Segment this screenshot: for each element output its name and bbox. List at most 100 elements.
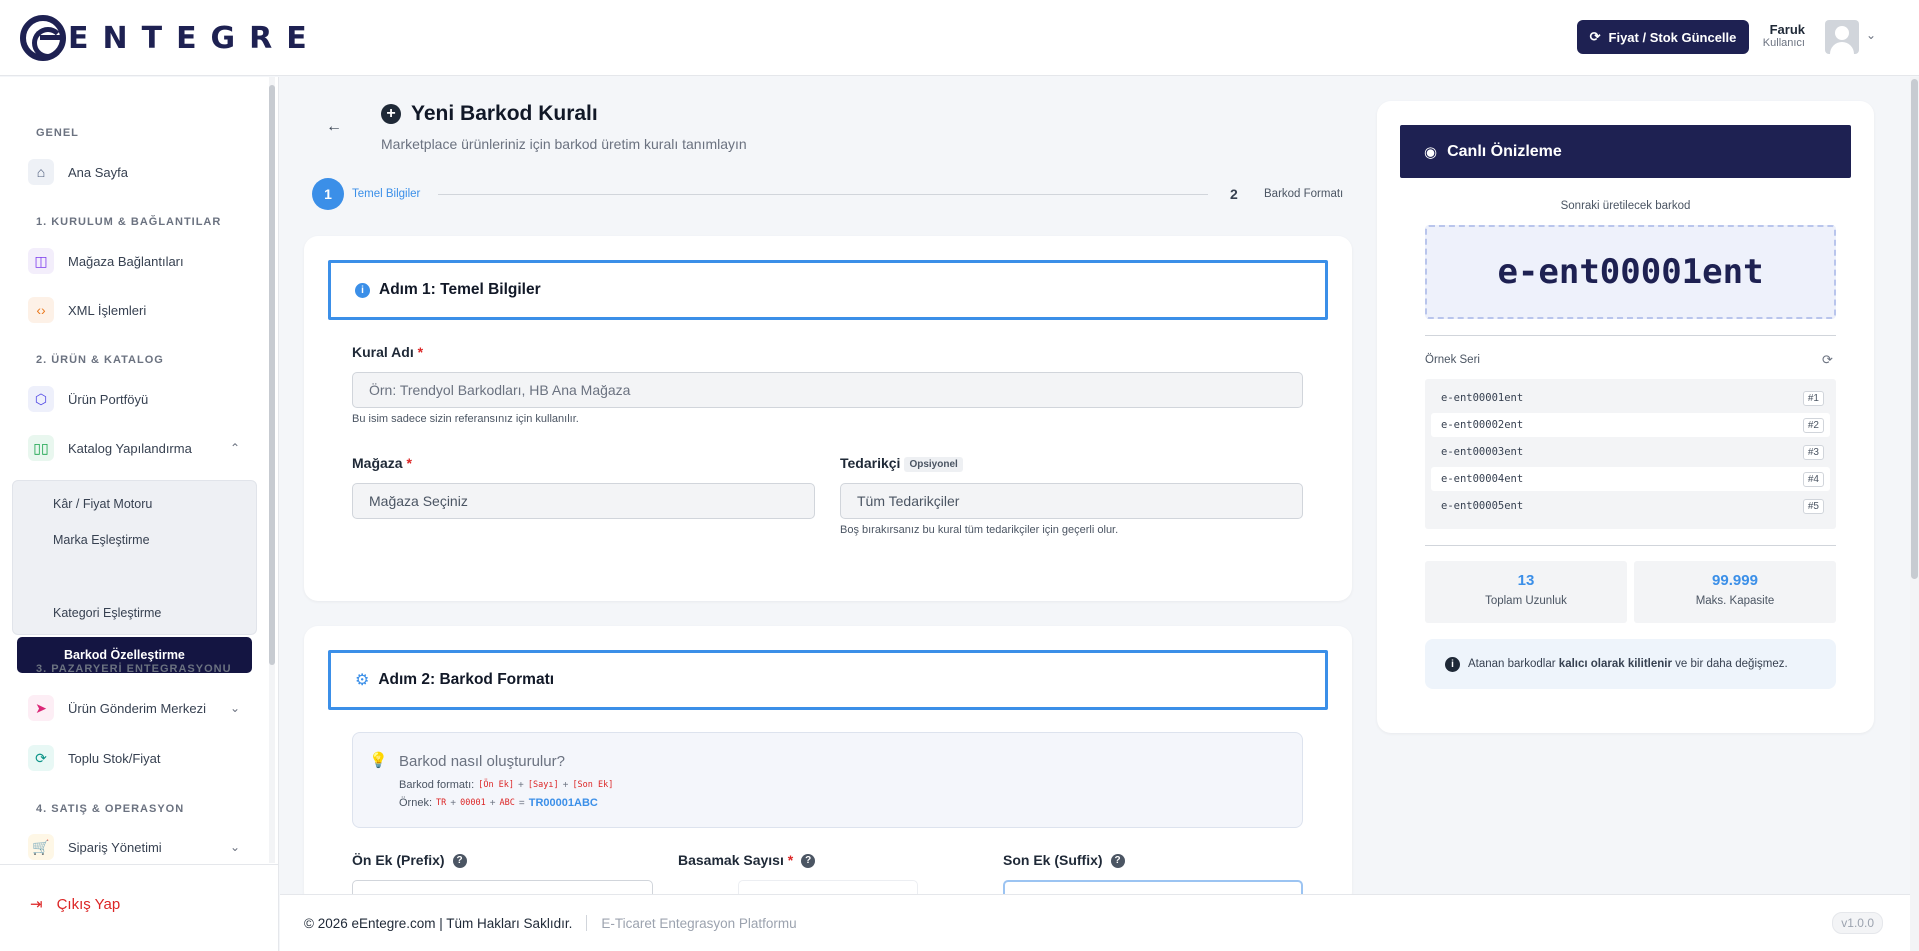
update-button-label: Fiyat / Stok Güncelle: [1608, 29, 1737, 45]
rule-name-input[interactable]: [352, 372, 1303, 408]
user-role: Kullanıcı: [1762, 37, 1805, 49]
chevron-down-icon[interactable]: ⌄: [1866, 28, 1876, 42]
sidebar-item-xml[interactable]: ‹› XML İşlemleri: [28, 292, 248, 328]
rule-name-hint: Bu isim sadece sizin referansınız için k…: [352, 413, 579, 425]
step-2-heading: Adım 2: Barkod Formatı: [378, 671, 555, 688]
preview-divider-2: [1425, 545, 1836, 546]
submenu-item-brand-matching[interactable]: Marka Eşleştirme: [53, 533, 150, 547]
logout-label: Çıkış Yap: [56, 895, 121, 913]
sidebar-item-orders[interactable]: 🛒 Sipariş Yönetimi ⌄: [28, 829, 248, 865]
footer-divider: [586, 915, 588, 931]
step-2-label[interactable]: Barkod Formatı: [1264, 188, 1343, 200]
sample-series-list: e-ent00001ent #1 e-ent00002ent #2 e-ent00003…: [1425, 379, 1836, 529]
live-preview-header: ◉ Canlı Önizleme: [1400, 125, 1851, 178]
sidebar-item-catalog[interactable]: ▯▯ Katalog Yapılandırma ⌃: [28, 430, 248, 466]
sample-series-row: e-ent00001ent #1: [1431, 386, 1830, 410]
step-1-indicator[interactable]: 1: [312, 178, 344, 210]
logout-button[interactable]: ⇥ Çıkış Yap: [30, 895, 121, 914]
page-title: + Yeni Barkod Kuralı: [381, 102, 598, 126]
series-code: e-ent00001ent: [1441, 392, 1524, 404]
total-length-value: 13: [1517, 572, 1535, 589]
sidebar-item-label: Katalog Yapılandırma: [68, 440, 192, 456]
sidebar-item-label: Sipariş Yönetimi: [68, 839, 162, 855]
total-length-label: Toplam Uzunluk: [1485, 595, 1567, 607]
sidebar-item-stores[interactable]: ◫ Mağaza Bağlantıları: [28, 243, 248, 279]
sidebar-item-shipping[interactable]: ➤ Ürün Gönderim Merkezi ⌄: [28, 690, 248, 726]
series-code: e-ent00003ent: [1441, 446, 1524, 458]
sidebar-item-label: Mağaza Bağlantıları: [68, 253, 184, 269]
sidebar-item-bulk-stock[interactable]: ⟳ Toplu Stok/Fiyat: [28, 740, 248, 776]
supplier-select-value: Tüm Tedarikçiler: [857, 493, 960, 509]
suffix-label: Son Ek (Suffix)?: [1003, 852, 1125, 869]
page-scroll-thumb[interactable]: [1911, 79, 1918, 579]
sidebar-section-setup: 1. KURULUM & BAĞLANTILAR: [36, 216, 222, 228]
optional-badge: Opsiyonel: [904, 456, 963, 472]
store-label: Mağaza *: [352, 455, 412, 471]
logo[interactable]: ENTEGRE: [20, 14, 321, 62]
submenu-item-price-engine[interactable]: Kâr / Fiyat Motoru: [53, 497, 152, 511]
submenu-item-label: Barkod Özelleştirme: [64, 648, 185, 662]
max-capacity-label: Maks. Kapasite: [1695, 595, 1775, 607]
logo-text: ENTEGRE: [68, 20, 321, 56]
supplier-label: Tedarikçi Opsiyonel: [840, 455, 963, 472]
supplier-hint: Boş bırakırsanız bu kural tüm tedarikçil…: [840, 524, 1119, 536]
sidebar-item-label: Ana Sayfa: [68, 164, 128, 180]
logo-mark-icon: [20, 15, 66, 61]
page-scrollbar[interactable]: [1910, 77, 1919, 951]
sample-series-row: e-ent00005ent #5: [1431, 494, 1830, 518]
barcode-format-card: ⚙ Adım 2: Barkod Formatı 💡 Barkod nasıl …: [304, 626, 1352, 916]
refresh-icon[interactable]: ⟳: [1822, 352, 1833, 368]
back-arrow-icon[interactable]: ←: [326, 118, 342, 136]
sidebar-item-portfolio[interactable]: ⬡ Ürün Portföyü: [28, 381, 248, 417]
series-index-badge: #5: [1802, 498, 1824, 514]
submenu-item-category-matching[interactable]: Kategori Eşleştirme: [53, 606, 161, 620]
gear-icon: ⚙: [355, 672, 370, 689]
sidebar-section-genel: GENEL: [36, 127, 79, 139]
cart-icon: 🛒: [28, 834, 54, 860]
book-icon: ▯▯: [28, 435, 54, 461]
footer: © 2026 eEntegre.com | Tüm Hakları Saklıd…: [280, 894, 1919, 951]
avatar[interactable]: [1825, 20, 1859, 54]
plus-circle-icon: +: [381, 104, 401, 124]
series-code: e-ent00004ent: [1441, 473, 1524, 485]
sidebar-item-home[interactable]: ⌂ Ana Sayfa: [28, 154, 248, 190]
next-barcode-label: Sonraki üretilecek barkod: [1560, 200, 1691, 212]
sidebar-item-label: Ürün Gönderim Merkezi: [68, 700, 206, 716]
logout-icon: ⇥: [30, 896, 43, 913]
help-icon: ?: [801, 854, 816, 869]
sidebar-scrollbar[interactable]: [269, 77, 275, 863]
series-code: e-ent00005ent: [1441, 500, 1524, 512]
sidebar: GENEL ⌂ Ana Sayfa 1. KURULUM & BAĞLANTIL…: [0, 77, 279, 951]
user-info[interactable]: Faruk Kullanıcı: [1755, 22, 1805, 49]
series-index-badge: #1: [1802, 390, 1824, 406]
supplier-select[interactable]: Tüm Tedarikçiler: [840, 483, 1303, 519]
sync-icon: ⟳: [28, 745, 54, 771]
store-select[interactable]: Mağaza Seçiniz: [352, 483, 815, 519]
step-1-header: i Adım 1: Temel Bilgiler: [328, 260, 1328, 320]
page-title-text: Yeni Barkod Kuralı: [411, 102, 598, 125]
step-1-label[interactable]: Temel Bilgiler: [352, 188, 420, 200]
step-2-indicator[interactable]: 2: [1230, 186, 1238, 202]
send-icon: ➤: [28, 695, 54, 721]
digits-label: Basamak Sayısı *?: [678, 852, 816, 869]
basic-info-card: i Adım 1: Temel Bilgiler Kural Adı * Bu …: [304, 236, 1352, 601]
example-line: Örnek: TR + 00001 + ABC = TR00001ABC: [399, 797, 598, 809]
help-icon: ?: [1110, 854, 1125, 869]
sidebar-section-sales: 4. SATIŞ & OPERASYON: [36, 803, 185, 815]
max-capacity-value: 99.999: [1712, 572, 1758, 589]
info-icon: i: [1445, 656, 1460, 672]
step-divider: [438, 194, 1208, 195]
price-stock-update-button[interactable]: ⟳ Fiyat / Stok Güncelle: [1577, 20, 1749, 54]
step-2-header: ⚙ Adım 2: Barkod Formatı: [328, 650, 1328, 710]
max-capacity-stat: 99.999 Maks. Kapasite: [1634, 561, 1836, 623]
sidebar-item-label: Toplu Stok/Fiyat: [68, 750, 161, 766]
series-code: e-ent00002ent: [1441, 419, 1524, 431]
series-index-badge: #2: [1802, 417, 1824, 433]
series-index-badge: #4: [1802, 471, 1824, 487]
sidebar-section-catalog: 2. ÜRÜN & KATALOG: [36, 354, 164, 366]
sidebar-scroll-thumb[interactable]: [269, 85, 275, 665]
example-result: TR00001ABC: [528, 797, 598, 809]
prefix-label: Ön Ek (Prefix)?: [352, 852, 467, 869]
sample-series-row: e-ent00002ent #2: [1431, 413, 1830, 437]
footer-copyright: © 2026 eEntegre.com | Tüm Hakları Saklıd…: [304, 915, 573, 931]
